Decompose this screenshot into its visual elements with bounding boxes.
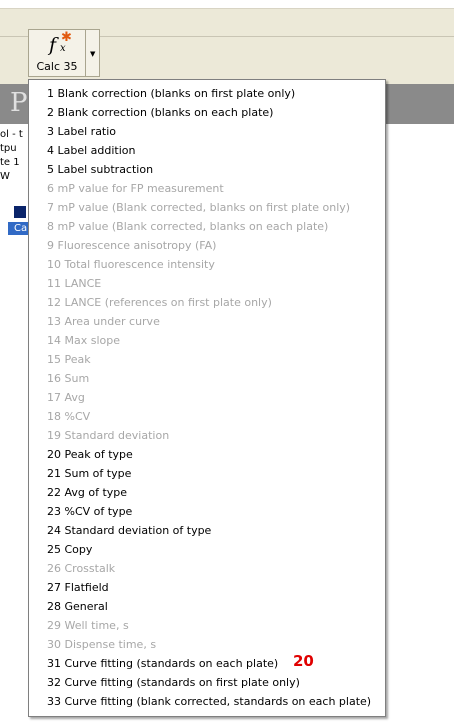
menu-item: 26 Crosstalk — [47, 562, 116, 575]
menu-item[interactable]: 33 Curve fitting (blank corrected, stand… — [29, 692, 385, 711]
background-selection-marker — [14, 206, 26, 218]
menu-item: 30 Dispense time, s — [47, 638, 157, 651]
menu-item: 8 mP value (Blank corrected, blanks on e… — [47, 220, 329, 233]
triangle-down-icon: ▼ — [90, 50, 96, 58]
menu-item[interactable]: 2 Blank correction (blanks on each plate… — [29, 103, 385, 122]
menu-item[interactable]: 32 Curve fitting (standards on first pla… — [29, 673, 385, 692]
menu-item[interactable]: 20 Peak of type — [29, 445, 385, 464]
menu-item: 14 Max slope — [47, 334, 120, 347]
menu-item: 9 Fluorescence anisotropy (FA) — [47, 239, 217, 252]
menu-item[interactable]: 5 Label subtraction — [29, 160, 385, 179]
menu-item[interactable]: 3 Label ratio — [29, 122, 385, 141]
menu-item[interactable]: 24 Standard deviation of type — [29, 521, 385, 540]
background-line: W — [0, 171, 10, 182]
background-selected-row-text: Ca — [14, 223, 28, 234]
menu-item: 19 Standard deviation — [47, 429, 170, 442]
menu-item[interactable]: 22 Avg of type — [29, 483, 385, 502]
menu-item: 29 Well time, s — [47, 619, 129, 632]
menu-item: 10 Total fluorescence intensity — [47, 258, 215, 271]
top-strip — [0, 0, 454, 8]
annotation-number: 20 — [293, 652, 314, 670]
menu-item[interactable]: 21 Sum of type — [29, 464, 385, 483]
background-window-text: ol - t tpu te 1 W — [0, 128, 28, 184]
menu-item[interactable]: 27 Flatfield — [29, 578, 385, 597]
background-selected-row[interactable]: Ca — [8, 222, 28, 235]
background-header-letter: P — [10, 88, 28, 118]
background-line: ol - t — [0, 129, 23, 140]
menu-item: 11 LANCE — [47, 277, 102, 290]
menu-item: 12 LANCE (references on first plate only… — [47, 296, 272, 309]
menu-item: 15 Peak — [47, 353, 91, 366]
calc-dropdown-menu: 1 Blank correction (blanks on first plat… — [28, 79, 386, 717]
calc-button-label: Calc 35 — [36, 60, 78, 73]
menu-item[interactable]: 1 Blank correction (blanks on first plat… — [29, 84, 385, 103]
menu-item: 13 Area under curve — [47, 315, 160, 328]
background-window-header-right — [386, 84, 454, 124]
function-fx-icon: f x ✱ — [49, 30, 72, 56]
menu-item[interactable]: 25 Copy — [29, 540, 385, 559]
calc-button[interactable]: f x ✱ Calc 35 — [28, 29, 86, 77]
menu-item[interactable]: 28 General — [29, 597, 385, 616]
menu-item[interactable]: 31 Curve fitting (standards on each plat… — [29, 654, 385, 673]
menu-item[interactable]: 23 %CV of type — [29, 502, 385, 521]
menu-item: 6 mP value for FP measurement — [47, 182, 224, 195]
menu-item[interactable]: 4 Label addition — [29, 141, 385, 160]
menu-item: 17 Avg — [47, 391, 85, 404]
background-line: tpu — [0, 143, 17, 154]
menu-item: 16 Sum — [47, 372, 90, 385]
background-window-header: P — [0, 84, 28, 124]
calc-dropdown-arrow[interactable]: ▼ — [86, 29, 100, 77]
menu-item: 7 mP value (Blank corrected, blanks on f… — [47, 201, 351, 214]
menu-item: 18 %CV — [47, 410, 91, 423]
menu-list: 1 Blank correction (blanks on first plat… — [29, 84, 385, 711]
background-line: te 1 — [0, 157, 20, 168]
